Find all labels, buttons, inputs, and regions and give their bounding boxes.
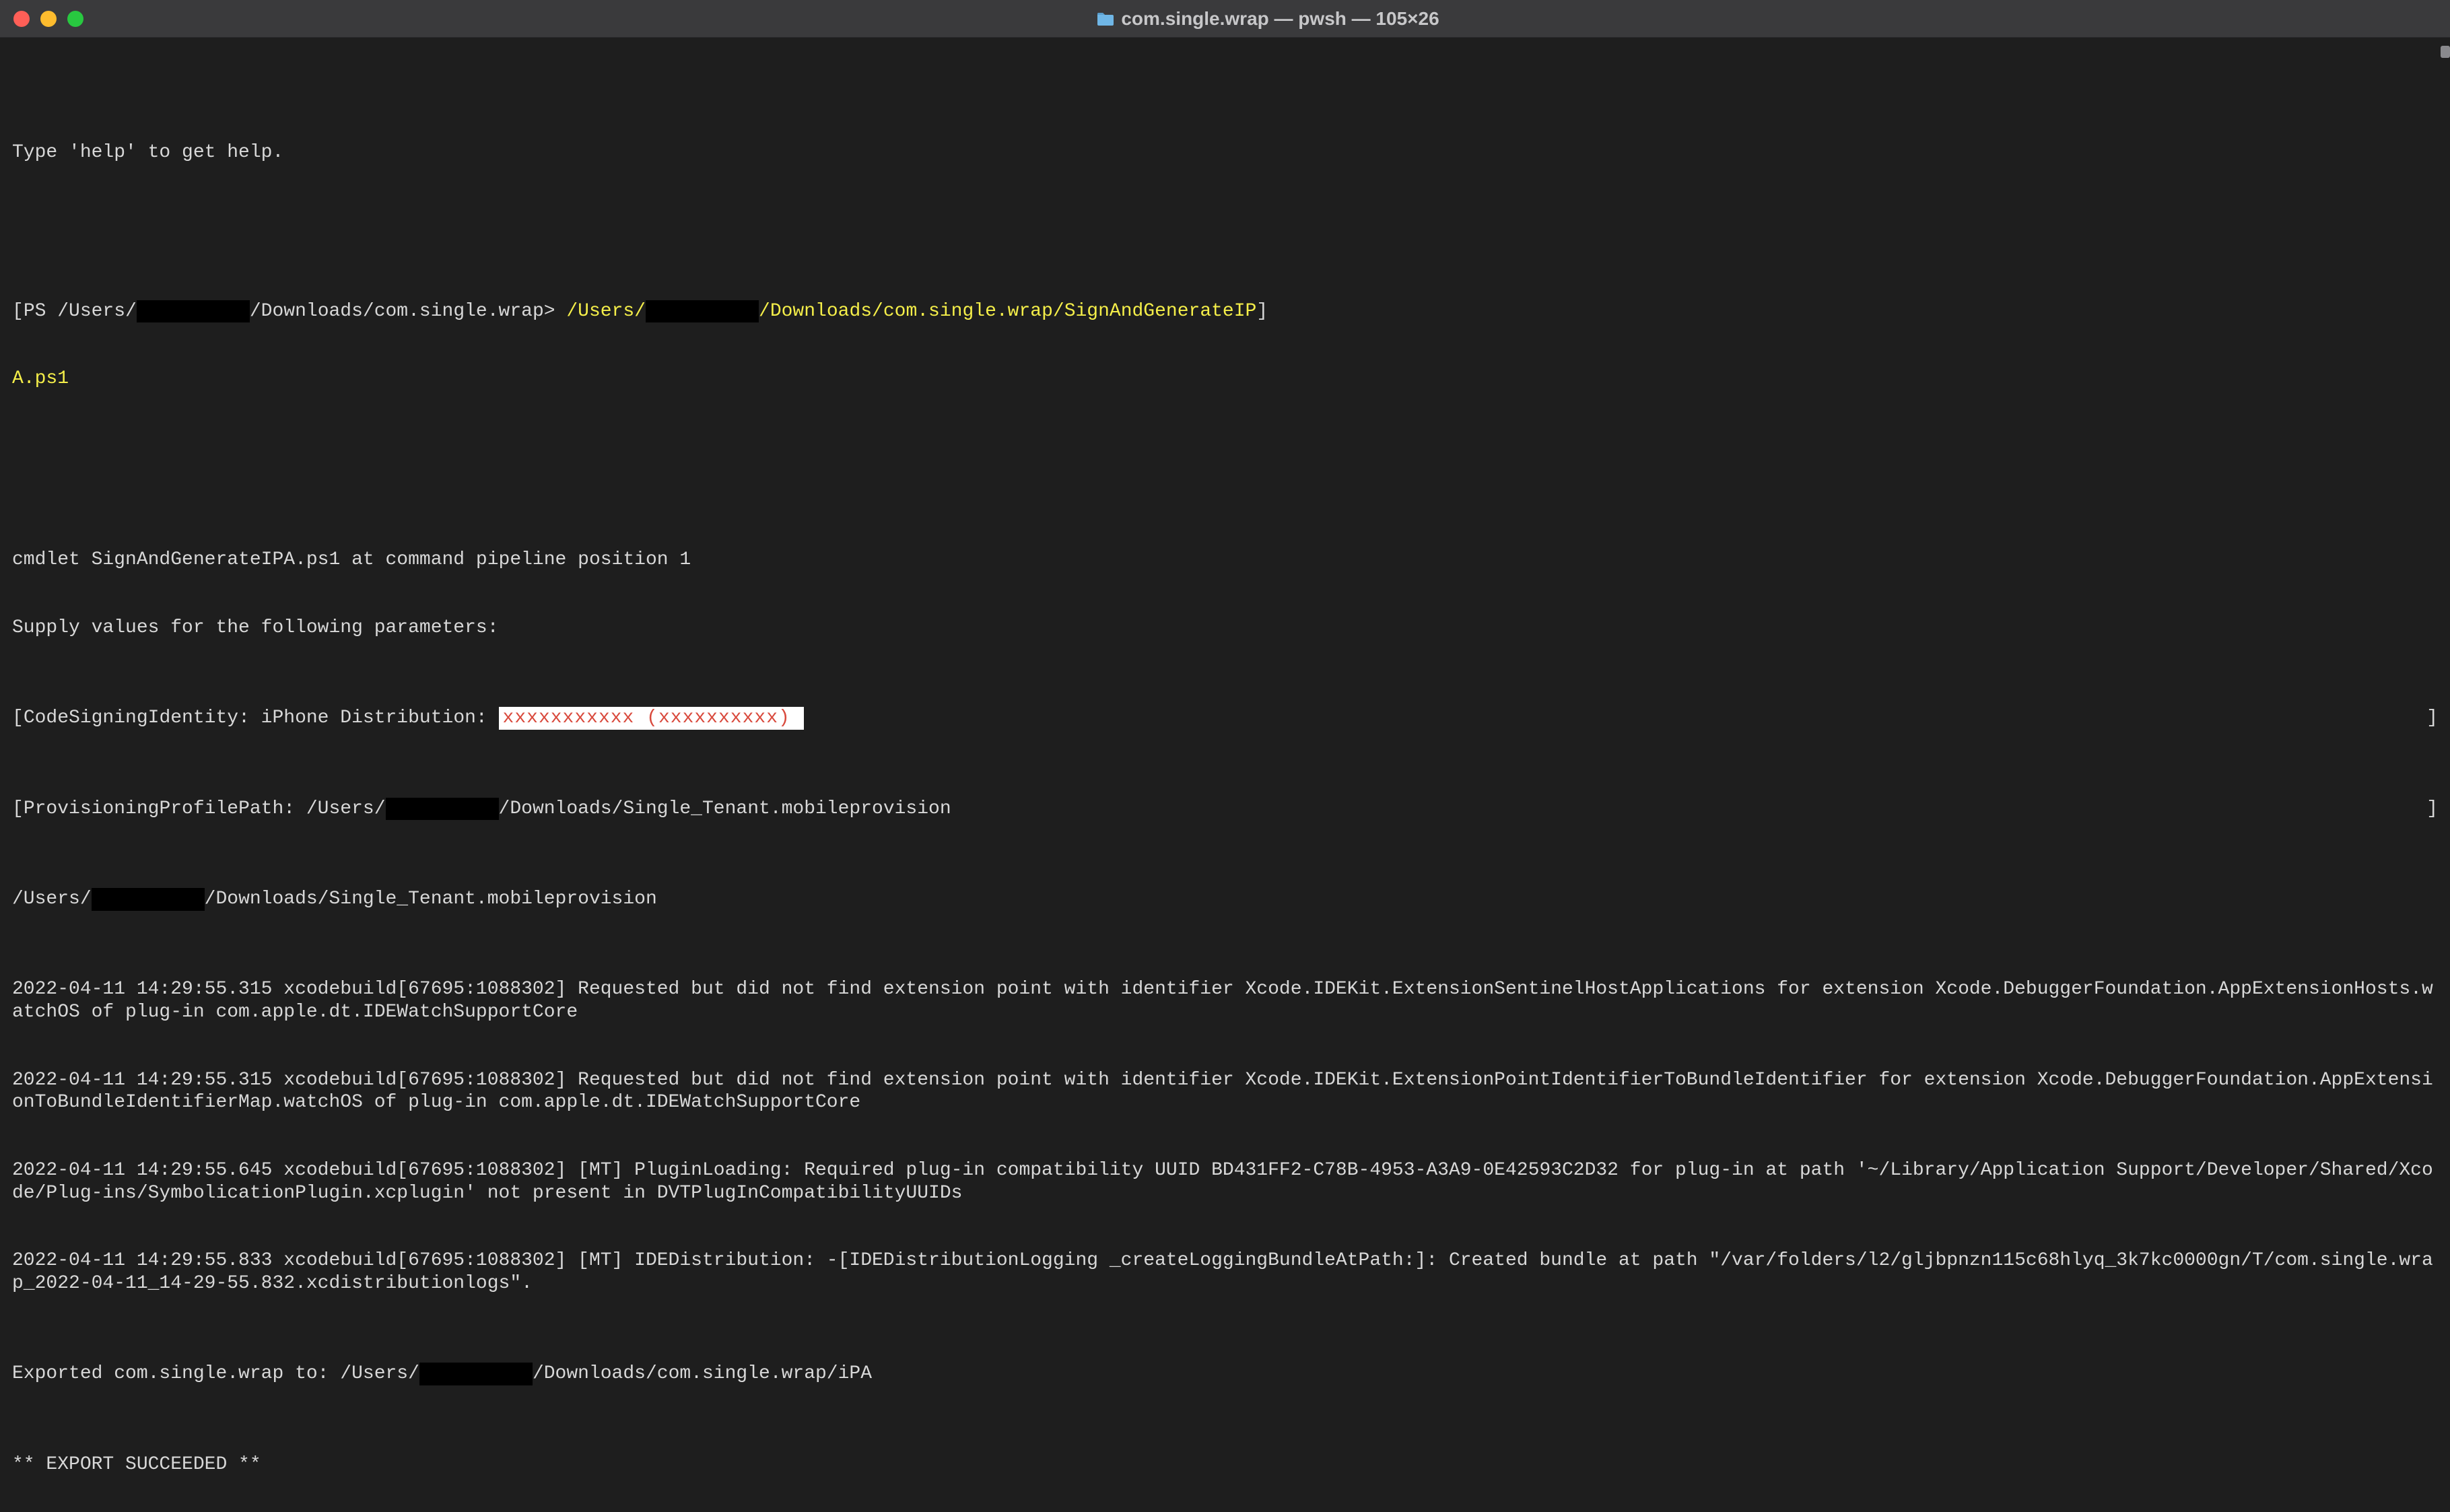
- terminal-log: 2022-04-11 14:29:55.315 xcodebuild[67695…: [12, 1069, 2438, 1114]
- provisioning-profile-line: [ProvisioningProfilePath: /Users/ /Downl…: [12, 798, 2438, 821]
- prompt-close-bracket: ]: [1256, 301, 1268, 322]
- bracket: [: [12, 708, 24, 728]
- window-titlebar: com.single.wrap — pwsh — 105×26: [0, 0, 2450, 38]
- exported-a: Exported com.single.wrap to: /Users/: [12, 1363, 419, 1384]
- bracket: ]: [2426, 707, 2438, 730]
- ppp-tail: /Downloads/Single_Tenant.mobileprovision: [499, 798, 951, 819]
- csi-label: CodeSigningIdentity: iPhone Distribution…: [24, 708, 499, 728]
- terminal-log: 2022-04-11 14:29:55.645 xcodebuild[67695…: [12, 1159, 2438, 1204]
- redacted-username: [419, 1363, 533, 1385]
- prompt-suffix: /Downloads/com.single.wrap>: [250, 301, 566, 322]
- folder-icon: [1097, 11, 1114, 26]
- terminal-prompt-line: [PS /Users/ /Downloads/com.single.wrap> …: [12, 300, 2438, 323]
- terminal-log: 2022-04-11 14:29:55.315 xcodebuild[67695…: [12, 978, 2438, 1023]
- redacted-identity: xxxxxxxxxxx (xxxxxxxxxx): [499, 707, 804, 730]
- command-text: /Downloads/com.single.wrap/SignAndGenera…: [759, 301, 1256, 322]
- terminal-blank: [12, 458, 2438, 481]
- terminal-line: Type 'help' to get help.: [12, 141, 2438, 164]
- ppp-label: ProvisioningProfilePath: /Users/: [24, 798, 386, 819]
- export-succeeded: ** EXPORT SUCCEEDED **: [12, 1453, 2438, 1476]
- zoom-button[interactable]: [67, 11, 83, 27]
- prompt-open-bracket: [: [12, 301, 24, 322]
- exported-line: Exported com.single.wrap to: /Users/ /Do…: [12, 1363, 2438, 1385]
- command-text: /Users/: [566, 301, 646, 322]
- window-controls: [13, 11, 83, 27]
- scrollbar-thumb[interactable]: [2441, 46, 2450, 58]
- terminal-viewport[interactable]: Type 'help' to get help. [PS /Users/ /Do…: [0, 38, 2450, 1512]
- terminal-log: 2022-04-11 14:29:55.833 xcodebuild[67695…: [12, 1249, 2438, 1295]
- redacted-username: [646, 300, 759, 323]
- command-wrap: A.ps1: [12, 368, 2438, 390]
- redacted-username: [386, 798, 499, 821]
- terminal-line: /Users/ /Downloads/Single_Tenant.mobilep…: [12, 888, 2438, 911]
- close-button[interactable]: [13, 11, 30, 27]
- bracket: ]: [2426, 798, 2438, 821]
- terminal-line: cmdlet SignAndGenerateIPA.ps1 at command…: [12, 549, 2438, 572]
- redacted-username: [92, 888, 205, 911]
- redacted-username: [137, 300, 250, 323]
- window-title: com.single.wrap — pwsh — 105×26: [100, 7, 2437, 30]
- bracket: [: [12, 798, 24, 819]
- codesigning-identity-line: [CodeSigningIdentity: iPhone Distributio…: [12, 707, 2438, 730]
- window-title-text: com.single.wrap — pwsh — 105×26: [1121, 7, 1439, 30]
- exported-b: /Downloads/com.single.wrap/iPA: [533, 1363, 872, 1384]
- terminal-blank: [12, 209, 2438, 232]
- terminal-line: Supply values for the following paramete…: [12, 617, 2438, 640]
- minimize-button[interactable]: [40, 11, 57, 27]
- prompt-prefix: PS /Users/: [24, 301, 137, 322]
- path-a: /Users/: [12, 889, 92, 909]
- path-b: /Downloads/Single_Tenant.mobileprovision: [205, 889, 657, 909]
